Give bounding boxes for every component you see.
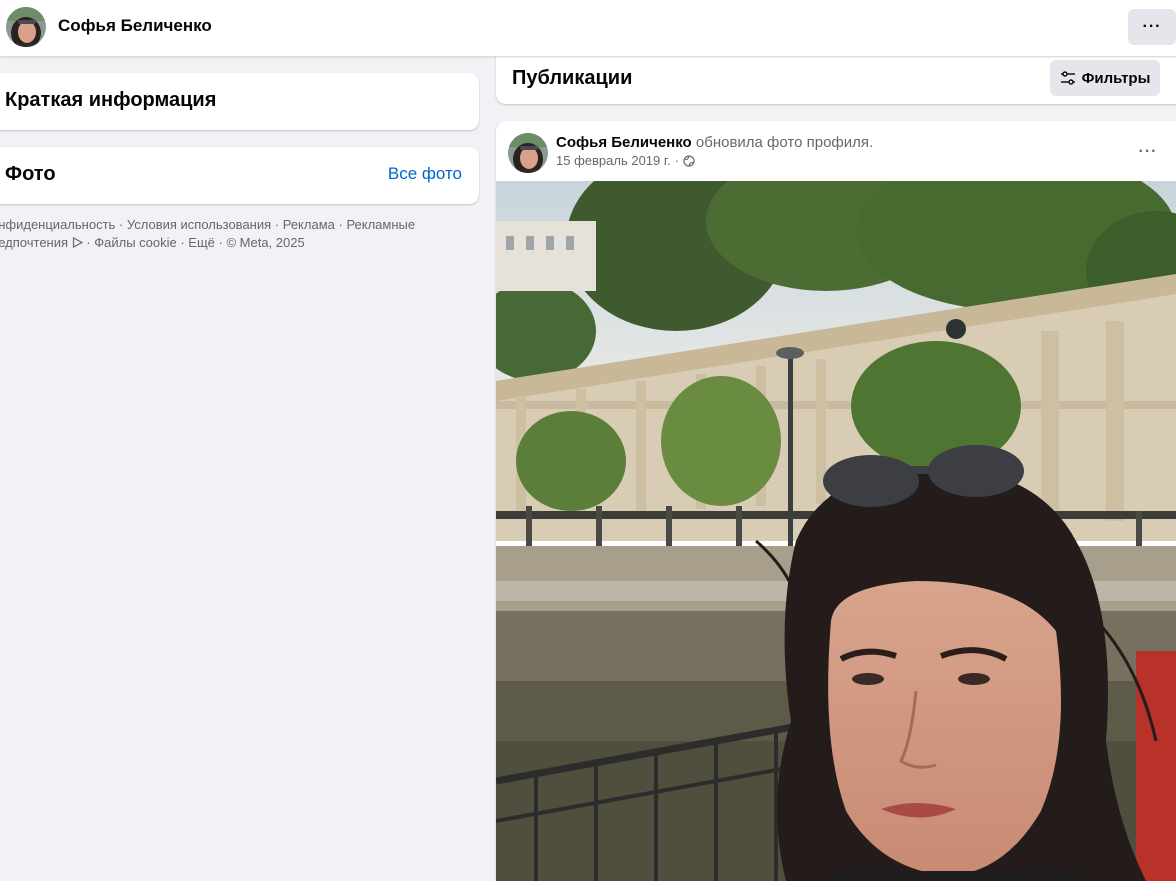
sliders-icon bbox=[1060, 71, 1075, 85]
all-photos-link[interactable]: Все фото bbox=[388, 164, 462, 184]
filters-button[interactable]: Фильтры bbox=[1050, 60, 1160, 96]
post-author-avatar[interactable] bbox=[508, 133, 548, 173]
post-options-button[interactable]: ··· bbox=[1130, 138, 1166, 166]
photos-card: Фото Все фото bbox=[0, 147, 479, 204]
footer-link-ads[interactable]: Реклама bbox=[283, 217, 335, 232]
footer-link-terms[interactable]: Условия использования bbox=[127, 217, 271, 232]
post-action-text: обновила фото профиля. bbox=[691, 134, 874, 151]
more-options-button[interactable]: ··· bbox=[1128, 9, 1176, 45]
footer-link-privacy[interactable]: онфиденциальность bbox=[0, 217, 115, 232]
post-meta: 15 февраль 2019 г. · bbox=[556, 153, 695, 168]
post-header: Софья Беличенко обновила фото профиля. bbox=[556, 133, 873, 153]
meta-separator: · bbox=[674, 153, 679, 168]
avatar-image bbox=[6, 7, 46, 47]
post-photo[interactable] bbox=[496, 181, 1176, 881]
intro-title: Краткая информация bbox=[5, 89, 217, 111]
post-card: Софья Беличенко обновила фото профиля. 1… bbox=[496, 121, 1176, 881]
profile-name[interactable]: Софья Беличенко bbox=[58, 16, 212, 36]
publications-title: Публикации bbox=[512, 67, 633, 89]
footer-link-more[interactable]: Ещё bbox=[188, 235, 215, 250]
top-bar: Софья Беличенко ··· bbox=[0, 0, 1176, 57]
ad-choices-icon bbox=[72, 237, 83, 248]
photo-image bbox=[496, 181, 1176, 881]
profile-avatar[interactable] bbox=[6, 7, 46, 47]
avatar-image bbox=[508, 133, 548, 173]
post-date[interactable]: 15 февраль 2019 г. bbox=[556, 153, 671, 168]
globe-icon bbox=[683, 154, 695, 167]
more-icon: ··· bbox=[1138, 143, 1158, 160]
publications-header: Публикации Фильтры bbox=[496, 55, 1176, 104]
photos-title: Фото bbox=[5, 163, 56, 185]
intro-card: Краткая информация bbox=[0, 73, 479, 130]
footer-link-cookies[interactable]: Файлы cookie bbox=[94, 235, 177, 250]
post-author-name[interactable]: Софья Беличенко bbox=[556, 134, 692, 151]
footer-links: онфиденциальность · Условия использовани… bbox=[0, 216, 441, 252]
more-icon: ··· bbox=[1142, 18, 1162, 35]
filters-label: Фильтры bbox=[1081, 69, 1151, 87]
footer-copyright: © Meta, 2025 bbox=[226, 235, 305, 250]
